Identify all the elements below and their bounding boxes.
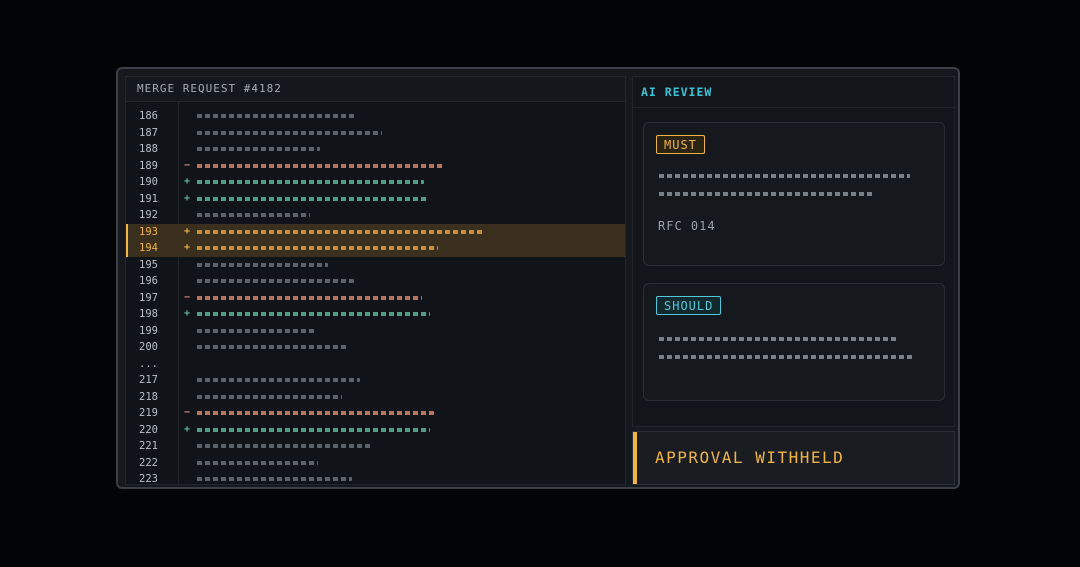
code-placeholder	[196, 279, 354, 283]
diff-row[interactable]: 195	[126, 257, 625, 274]
line-number: 200	[139, 341, 158, 353]
diff-row[interactable]: 191 +	[126, 191, 625, 208]
line-number: 199	[139, 324, 158, 337]
code-placeholder	[196, 394, 342, 399]
comment-text-line	[658, 355, 914, 359]
diff-row[interactable]: 223	[126, 471, 625, 485]
line-number: 198	[139, 308, 158, 320]
diff-panel: MERGE REQUEST #4182 186 187 188 189 − 190 +191…	[125, 76, 626, 485]
line-number: 197	[139, 291, 158, 304]
diff-row[interactable]: 199	[126, 323, 625, 340]
code-placeholder	[196, 196, 428, 201]
code-placeholder	[196, 147, 320, 151]
code-placeholder	[196, 295, 422, 300]
added-line-marker: +	[183, 242, 191, 253]
should-comment-card[interactable]: SHOULD	[643, 283, 945, 401]
line-number: 193	[139, 225, 158, 238]
diff-row[interactable]: 188	[126, 141, 625, 158]
line-number: 191	[139, 192, 158, 205]
diff-row[interactable]: ...	[126, 356, 625, 373]
comment-text-line	[658, 192, 874, 196]
line-number: 221	[139, 440, 158, 452]
code-placeholder	[196, 345, 346, 349]
diff-rows: 186 187 188 189 − 190 +191 +192 193 +194 +195 196 19…	[126, 108, 625, 485]
approval-status-banner: APPROVAL WITHHELD	[632, 431, 955, 485]
line-number: 192	[139, 209, 158, 221]
line-number: 194	[139, 242, 158, 254]
code-placeholder	[196, 229, 484, 234]
diff-row[interactable]: 193 +	[126, 223, 625, 240]
must-badge: MUST	[656, 135, 705, 154]
line-number: 195	[139, 258, 158, 271]
diff-row[interactable]: 194 +	[126, 240, 625, 257]
code-placeholder	[196, 378, 360, 382]
code-placeholder	[196, 262, 328, 267]
diff-row[interactable]: 198 +	[126, 306, 625, 323]
line-number: 190	[139, 176, 158, 188]
code-placeholder	[196, 114, 356, 118]
added-line-marker: +	[183, 176, 191, 187]
should-badge: SHOULD	[656, 296, 722, 315]
code-review-window: MERGE REQUEST #4182 186 187 188 189 − 190 +191…	[116, 67, 960, 489]
removed-line-marker: −	[183, 291, 191, 303]
line-number: 218	[139, 390, 158, 403]
diff-row[interactable]: 187	[126, 125, 625, 142]
code-placeholder	[196, 460, 318, 465]
diff-row[interactable]: 220 +	[126, 422, 625, 439]
code-placeholder	[196, 163, 444, 168]
diff-row[interactable]: 222	[126, 455, 625, 472]
diff-row[interactable]: 197 −	[126, 290, 625, 307]
line-number: 187	[139, 126, 158, 139]
diff-row[interactable]: 221	[126, 438, 625, 455]
line-number: 223	[139, 473, 158, 485]
added-line-marker: +	[183, 308, 191, 319]
code-placeholder	[196, 427, 430, 432]
diff-row[interactable]: 196	[126, 273, 625, 290]
code-placeholder	[196, 246, 438, 250]
code-placeholder	[196, 328, 314, 333]
ai-review-panel: AI REVIEW MUST RFC 014 SHOULD	[632, 76, 955, 427]
diff-row[interactable]: 186	[126, 108, 625, 125]
added-line-marker: +	[183, 225, 191, 237]
code-placeholder	[196, 411, 434, 415]
line-number: ...	[139, 357, 158, 370]
removed-line-marker: −	[183, 407, 191, 418]
removed-line-marker: −	[183, 159, 191, 171]
rfc-reference[interactable]: RFC 014	[658, 219, 716, 233]
diff-row[interactable]: 192	[126, 207, 625, 224]
diff-row[interactable]: 189 −	[126, 158, 625, 175]
comment-text-line	[658, 174, 910, 178]
line-number: 217	[139, 374, 158, 386]
line-number: 196	[139, 275, 158, 287]
line-number: 188	[139, 143, 158, 155]
code-placeholder	[196, 180, 424, 184]
diff-row[interactable]: 190 +	[126, 174, 625, 191]
diff-row[interactable]: 218	[126, 389, 625, 406]
must-comment-card[interactable]: MUST RFC 014	[643, 122, 945, 266]
diff-row[interactable]: 200	[126, 339, 625, 356]
line-number: 186	[139, 110, 158, 122]
diff-row[interactable]: 219 −	[126, 405, 625, 422]
added-line-marker: +	[183, 423, 191, 435]
line-number: 220	[139, 423, 158, 436]
line-number: 189	[139, 159, 158, 172]
code-placeholder	[196, 213, 310, 217]
code-placeholder	[196, 444, 372, 448]
approval-status-label: APPROVAL WITHHELD	[655, 448, 845, 467]
code-placeholder	[196, 312, 430, 316]
comment-text-line	[658, 337, 896, 341]
line-number: 219	[139, 407, 158, 419]
merge-request-title: MERGE REQUEST #4182	[126, 77, 625, 102]
added-line-marker: +	[183, 192, 191, 204]
line-number: 222	[139, 456, 158, 469]
ai-review-title: AI REVIEW	[633, 77, 954, 108]
code-placeholder	[196, 130, 382, 135]
code-placeholder	[196, 477, 352, 481]
diff-row[interactable]: 217	[126, 372, 625, 389]
